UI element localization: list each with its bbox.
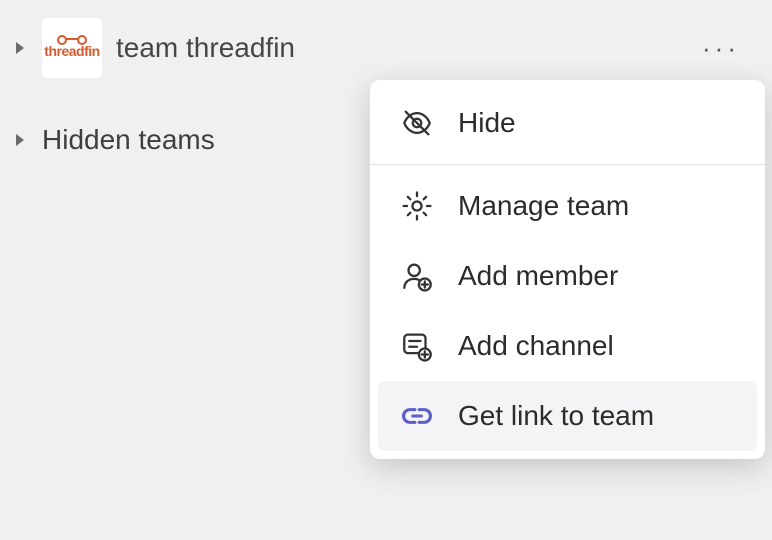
menu-item-label: Hide bbox=[458, 107, 516, 139]
team-name-label: team threadfin bbox=[116, 32, 678, 64]
menu-item-hide[interactable]: Hide bbox=[370, 88, 765, 158]
team-context-menu: Hide Manage team Add member bbox=[370, 80, 765, 459]
add-member-icon bbox=[400, 259, 434, 293]
gear-icon bbox=[400, 189, 434, 223]
menu-item-get-link[interactable]: Get link to team bbox=[378, 381, 757, 451]
link-icon bbox=[400, 399, 434, 433]
menu-item-label: Get link to team bbox=[458, 400, 654, 432]
hide-icon bbox=[400, 106, 434, 140]
menu-item-manage-team[interactable]: Manage team bbox=[370, 171, 765, 241]
menu-item-label: Manage team bbox=[458, 190, 629, 222]
caret-right-icon bbox=[12, 132, 28, 148]
menu-item-label: Add member bbox=[458, 260, 618, 292]
menu-item-add-channel[interactable]: Add channel bbox=[370, 311, 765, 381]
team-row[interactable]: threadfin team threadfin ··· bbox=[0, 10, 772, 86]
team-avatar: threadfin bbox=[42, 18, 102, 78]
more-button[interactable]: ··· bbox=[692, 37, 750, 59]
team-avatar-text: threadfin bbox=[44, 43, 99, 59]
caret-right-icon bbox=[12, 40, 28, 56]
menu-item-add-member[interactable]: Add member bbox=[370, 241, 765, 311]
menu-separator bbox=[370, 164, 765, 165]
add-channel-icon bbox=[400, 329, 434, 363]
menu-item-label: Add channel bbox=[458, 330, 614, 362]
hidden-teams-label: Hidden teams bbox=[42, 124, 215, 156]
